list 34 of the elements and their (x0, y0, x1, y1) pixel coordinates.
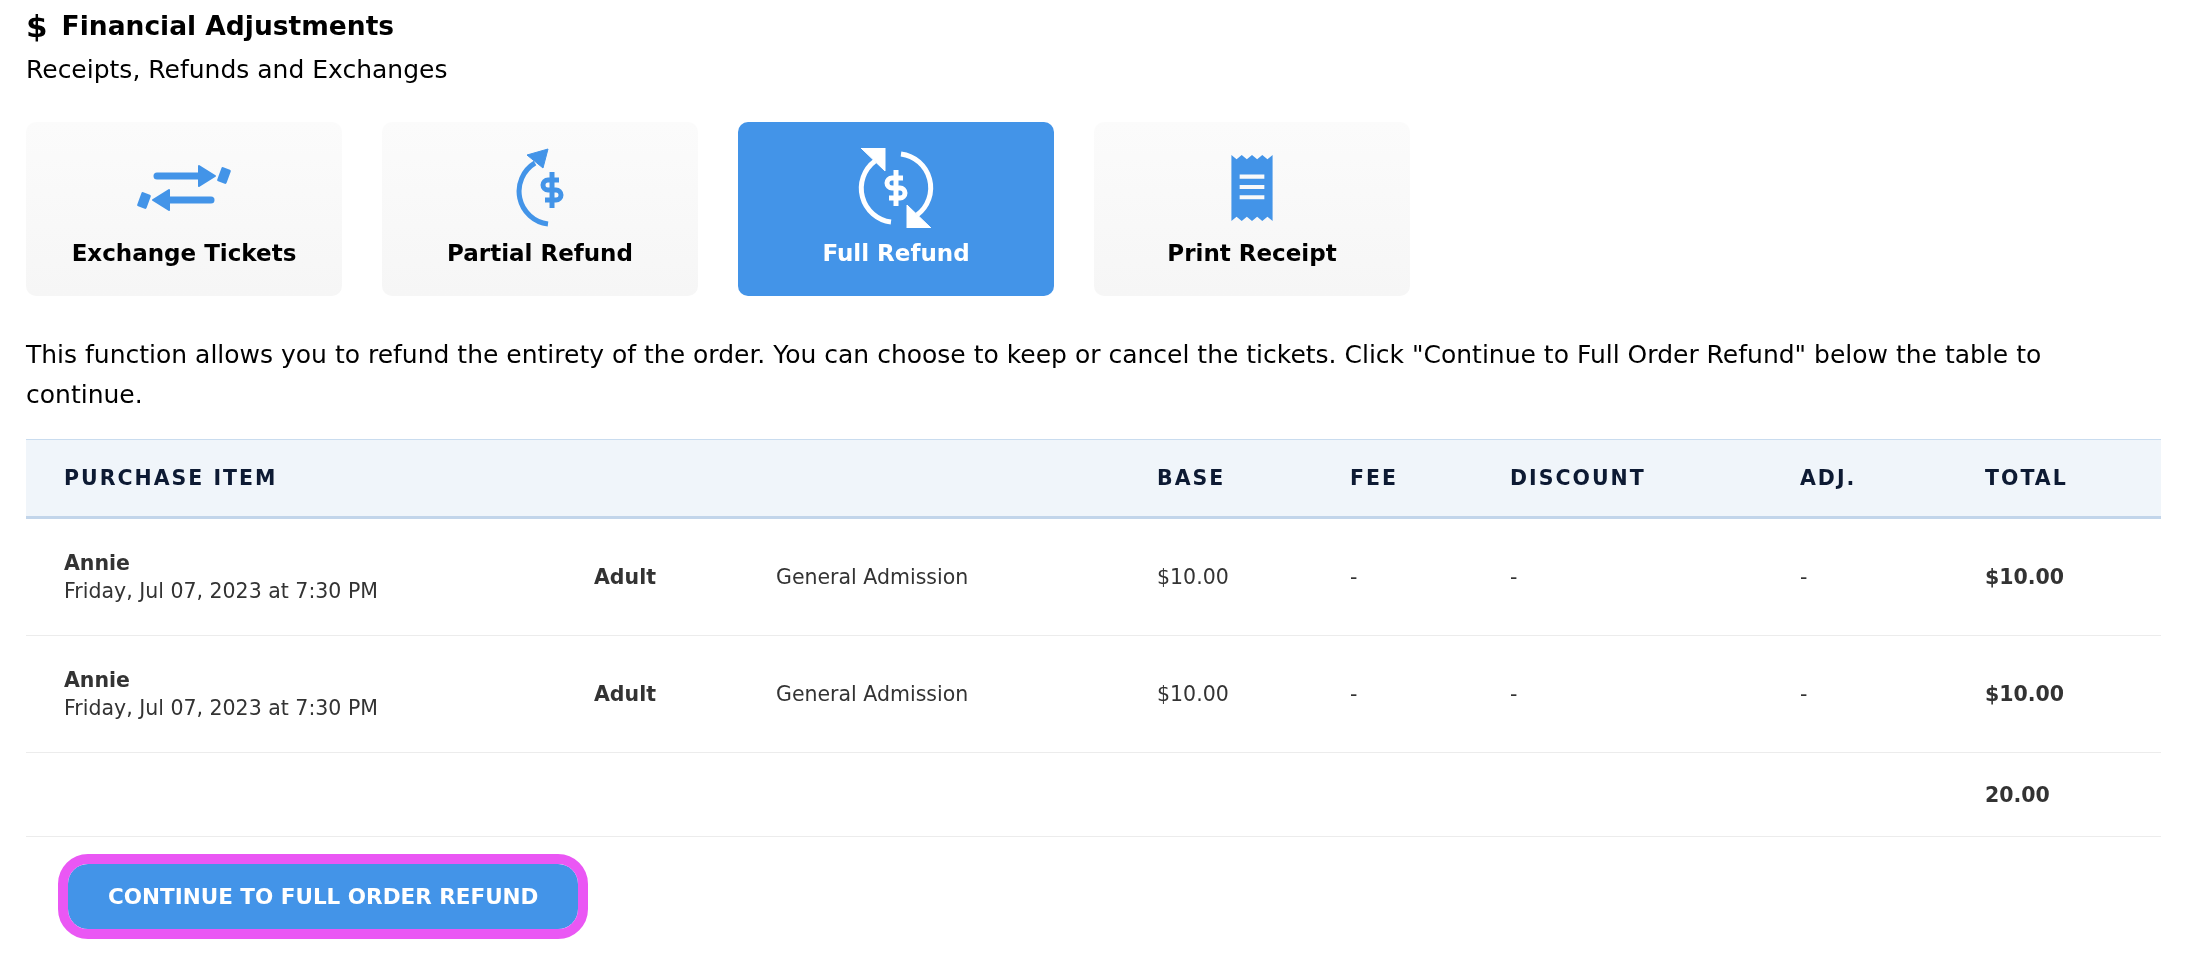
print-receipt-tab[interactable]: Print Receipt (1094, 122, 1410, 296)
seating-text: General Admission (776, 565, 970, 589)
event-name: Annie (64, 668, 131, 692)
discount-text: - (1510, 565, 1519, 589)
base-price-text: $10.00 (1157, 682, 1230, 706)
exchange-tab[interactable]: Exchange Tickets (26, 122, 342, 296)
partial-refund-tab[interactable]: Partial Refund (382, 122, 698, 296)
event-name: Annie (64, 551, 131, 575)
grand-total-text: 20.00 (1985, 782, 2051, 807)
base-price-text: $10.00 (1157, 565, 1230, 589)
seating-text: General Admission (776, 682, 970, 706)
column-header: PURCHASE ITEM (64, 466, 279, 490)
event-date: Friday, Jul 07, 2023 at 7:30 PM (64, 579, 379, 603)
column-header: DISCOUNT (1510, 466, 1647, 490)
dollar-icon: $ (26, 10, 48, 42)
discount-text: - (1510, 682, 1519, 706)
ticket-type-text: Adult (594, 565, 657, 589)
fee-text: - (1350, 565, 1359, 589)
column-header: ADJ. (1800, 466, 1858, 490)
exchange-arrows-icon (136, 164, 232, 212)
column-header: FEE (1350, 466, 1399, 490)
description-text: This function allows you to refund the entirety of the order. You can choose to keep or cancel the tickets. Click "Continue to Full Order Refund" below the table to continue. (26, 339, 2043, 411)
event-date: Friday, Jul 07, 2023 at 7:30 PM (64, 696, 379, 720)
adjustment-text: - (1800, 565, 1809, 589)
page-subtitle: Receipts, Refunds and Exchanges (26, 54, 449, 86)
line-total-text: $10.00 (1985, 565, 2066, 589)
column-header: BASE (1157, 466, 1227, 490)
refund-arrow-dollar-icon (515, 148, 565, 228)
line-total-text: $10.00 (1985, 682, 2066, 706)
column-header: TOTAL (1985, 466, 2069, 490)
ticket-type-text: Adult (594, 682, 657, 706)
fee-text: - (1350, 682, 1359, 706)
page-title: Financial Adjustments (61, 10, 395, 42)
adjustment-text: - (1800, 682, 1809, 706)
